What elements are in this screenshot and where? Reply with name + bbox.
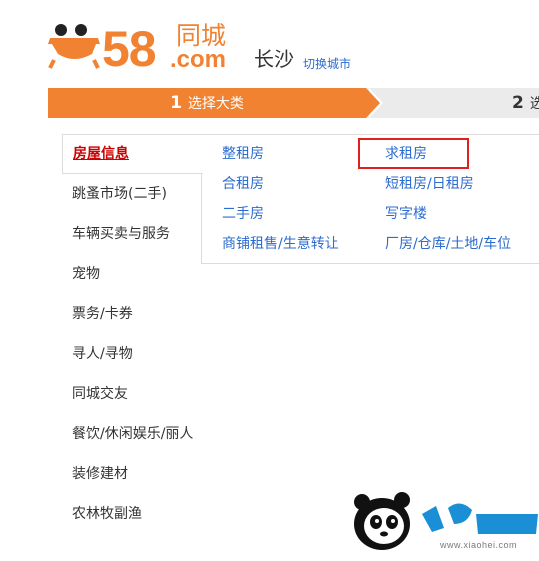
category-item-dating[interactable]: 同城交友	[62, 374, 202, 414]
category-item-agriculture[interactable]: 农林牧副渔	[62, 494, 202, 534]
logo-com: .com	[170, 46, 227, 73]
category-item-pets[interactable]: 宠物	[62, 254, 202, 294]
step-arrow	[366, 88, 380, 118]
subcategory-shared-rent[interactable]: 合租房	[222, 174, 264, 194]
subcategory-shops[interactable]: 商铺租售/生意转让	[222, 234, 339, 254]
switch-city-link[interactable]: 切换城市	[303, 57, 351, 71]
category-item-vehicles[interactable]: 车辆买卖与服务	[62, 214, 202, 254]
category-item-lost-found[interactable]: 寻人/寻物	[62, 334, 202, 374]
current-city: 长沙	[254, 47, 294, 71]
step-number: 2	[512, 93, 524, 113]
watermark-url: www.xiaohei.com	[440, 540, 518, 550]
step-progress-bar: 1 选择大类 2 选	[48, 88, 539, 118]
subcategory-factory-warehouse[interactable]: 厂房/仓库/土地/车位	[385, 234, 511, 254]
subcategory-short-rent[interactable]: 短租房/日租房	[385, 174, 474, 194]
category-item-building-materials[interactable]: 装修建材	[62, 454, 202, 494]
category-list: 房屋信息 跳蚤市场(二手) 车辆买卖与服务 宠物 票务/卡券 寻人/寻物 同城交…	[62, 134, 203, 534]
logo-number: 58	[102, 21, 157, 77]
step-1: 1 选择大类	[48, 88, 366, 118]
category-item-tickets[interactable]: 票务/卡券	[62, 294, 202, 334]
category-item-dining[interactable]: 餐饮/休闲娱乐/丽人	[62, 414, 202, 454]
category-item-flea-market[interactable]: 跳蚤市场(二手)	[62, 174, 202, 214]
category-item-housing[interactable]: 房屋信息	[62, 134, 203, 174]
step-label: 选择大类	[187, 96, 244, 112]
step-number: 1	[170, 93, 182, 113]
step-label: 选	[529, 96, 539, 112]
step-2: 2 选	[512, 88, 539, 118]
subcategory-whole-rent[interactable]: 整租房	[222, 144, 264, 164]
smiley-logo-icon[interactable]	[48, 20, 102, 70]
highlight-annotation-box	[358, 138, 469, 169]
subcategory-office[interactable]: 写字楼	[385, 204, 427, 224]
subcategory-second-hand-house[interactable]: 二手房	[222, 204, 264, 224]
site-header: 58 同城 .com 长沙 切换城市	[0, 0, 539, 88]
